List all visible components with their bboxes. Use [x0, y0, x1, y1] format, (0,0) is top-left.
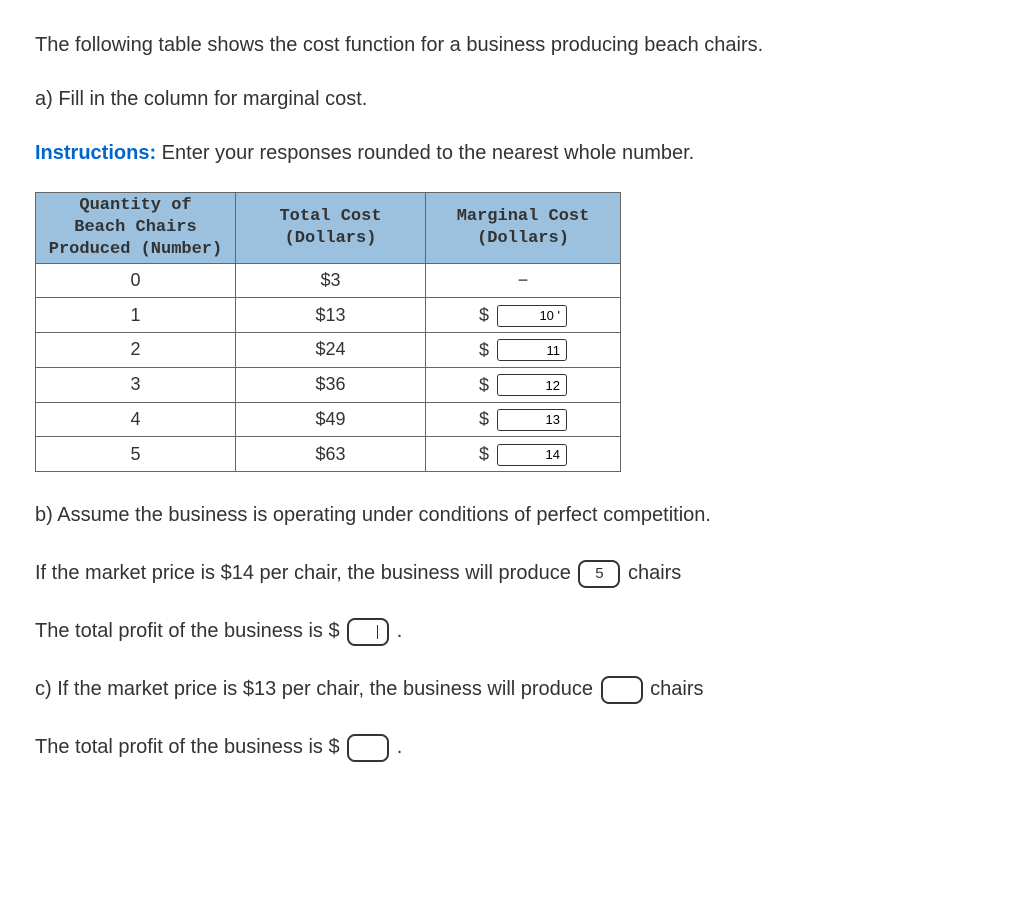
mc-input-1[interactable] — [497, 305, 567, 327]
chairs-input-b[interactable]: 5 — [578, 560, 620, 588]
q-b-pre: If the market price is $14 per chair, th… — [35, 562, 576, 584]
mc-cell: − — [426, 264, 621, 298]
chairs-input-c[interactable] — [601, 676, 643, 704]
q-b-post: chairs — [622, 562, 681, 584]
q-c-profit-post: . — [391, 736, 402, 758]
dollar-sign: $ — [479, 337, 489, 364]
part-b-chairs-line: If the market price is $14 per chair, th… — [35, 558, 989, 588]
q-b-profit-pre: The total profit of the business is $ — [35, 620, 345, 642]
dollar-sign: $ — [479, 302, 489, 329]
qty-cell: 2 — [36, 333, 236, 368]
mc-input-4[interactable] — [497, 409, 567, 431]
instructions-label: Instructions: — [35, 142, 156, 164]
col-header-total-cost: Total Cost (Dollars) — [236, 193, 426, 264]
instructions-line: Instructions: Enter your responses round… — [35, 138, 989, 168]
qty-cell: 5 — [36, 437, 236, 472]
mc-cell: $ — [426, 437, 621, 472]
qty-cell: 1 — [36, 298, 236, 333]
mc-input-3[interactable] — [497, 374, 567, 396]
intro-text: The following table shows the cost funct… — [35, 30, 989, 60]
mc-cell: $ — [426, 298, 621, 333]
mc-input-2[interactable] — [497, 339, 567, 361]
profit-input-b[interactable] — [347, 618, 389, 646]
tc-cell: $36 — [236, 367, 426, 402]
q-c-pre: c) If the market price is $13 per chair,… — [35, 678, 599, 700]
table-row: 5 $63 $ — [36, 437, 621, 472]
table-row: 2 $24 $ — [36, 333, 621, 368]
part-b-intro: b) Assume the business is operating unde… — [35, 500, 989, 530]
profit-input-c[interactable] — [347, 734, 389, 762]
mc-cell: $ — [426, 402, 621, 437]
dollar-sign: $ — [479, 406, 489, 433]
tc-cell: $63 — [236, 437, 426, 472]
mc-cell: $ — [426, 333, 621, 368]
q-c-profit-pre: The total profit of the business is $ — [35, 736, 345, 758]
part-c-chairs-line: c) If the market price is $13 per chair,… — [35, 674, 989, 704]
part-a-text: a) Fill in the column for marginal cost. — [35, 84, 989, 114]
tc-cell: $49 — [236, 402, 426, 437]
qty-cell: 4 — [36, 402, 236, 437]
table-row: 4 $49 $ — [36, 402, 621, 437]
col-header-quantity: Quantity of Beach Chairs Produced (Numbe… — [36, 193, 236, 264]
instructions-text: Enter your responses rounded to the near… — [156, 142, 694, 164]
mc-cell: $ — [426, 367, 621, 402]
tc-cell: $3 — [236, 264, 426, 298]
dollar-sign: $ — [479, 372, 489, 399]
table-row: 3 $36 $ — [36, 367, 621, 402]
part-c-profit-line: The total profit of the business is $ . — [35, 732, 989, 762]
table-row: 0 $3 − — [36, 264, 621, 298]
col-header-marginal-cost: Marginal Cost (Dollars) — [426, 193, 621, 264]
cost-table: Quantity of Beach Chairs Produced (Numbe… — [35, 192, 621, 472]
dollar-sign: $ — [479, 441, 489, 468]
q-b-profit-post: . — [391, 620, 402, 642]
mc-input-5[interactable] — [497, 444, 567, 466]
qty-cell: 3 — [36, 367, 236, 402]
q-c-post: chairs — [645, 678, 704, 700]
table-row: 1 $13 $ — [36, 298, 621, 333]
part-b-profit-line: The total profit of the business is $ . — [35, 616, 989, 646]
tc-cell: $13 — [236, 298, 426, 333]
qty-cell: 0 — [36, 264, 236, 298]
tc-cell: $24 — [236, 333, 426, 368]
